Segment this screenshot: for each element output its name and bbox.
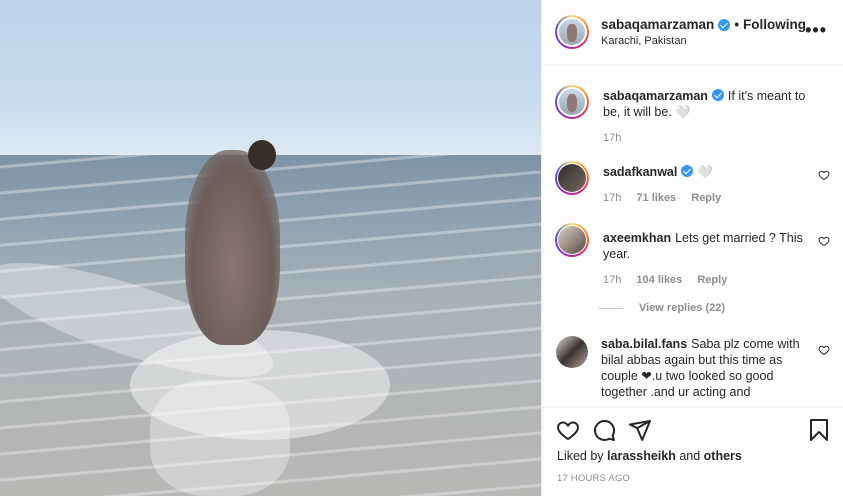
liked-by-prefix: Liked by: [557, 449, 604, 463]
comment-username[interactable]: sadafkanwal: [603, 165, 677, 179]
comments-list: sabaqamarzaman If it's meant to be, it wi…: [542, 66, 843, 406]
comment-text: 🤍: [697, 165, 713, 179]
comment-username[interactable]: axeemkhan: [603, 231, 671, 245]
post-timestamp[interactable]: 17 HOURS AGO: [557, 473, 630, 484]
post-side-panel: sabaqamarzaman • Following Karachi, Paki…: [541, 0, 843, 496]
avatar[interactable]: [556, 336, 588, 368]
comment-time[interactable]: 17h: [603, 132, 621, 144]
verified-badge-icon: [711, 89, 724, 101]
view-replies-button[interactable]: View replies (22): [599, 302, 725, 314]
comment-likes[interactable]: 104 likes: [636, 274, 682, 286]
liked-by-others[interactable]: others: [704, 449, 742, 463]
following-button[interactable]: Following: [743, 17, 806, 32]
comment-icon[interactable]: [592, 418, 616, 442]
comment-time[interactable]: 17h: [603, 192, 621, 204]
avatar[interactable]: [555, 223, 589, 257]
heart-icon[interactable]: [556, 418, 580, 442]
post-location[interactable]: Karachi, Pakistan: [601, 35, 806, 47]
separator-dot: •: [734, 17, 740, 32]
liked-by-conj: and: [679, 449, 701, 463]
woman-figure: [185, 150, 280, 345]
post-photo[interactable]: [0, 0, 541, 496]
woman-head: [248, 140, 276, 170]
comment-like-heart-icon[interactable]: [818, 235, 830, 247]
liked-by-user[interactable]: larassheikh: [607, 449, 676, 463]
view-replies-line: [599, 307, 623, 309]
reply-button[interactable]: Reply: [691, 192, 721, 204]
verified-badge-icon: [681, 165, 694, 177]
comment-likes[interactable]: 71 likes: [636, 192, 676, 204]
post-header: sabaqamarzaman • Following Karachi, Paki…: [542, 0, 843, 65]
comment-username[interactable]: sabaqamarzaman: [603, 89, 708, 103]
reply-button[interactable]: Reply: [697, 274, 727, 286]
bookmark-icon[interactable]: [807, 418, 831, 442]
view-replies-label: View replies (22): [639, 302, 726, 314]
comment-like-heart-icon[interactable]: [818, 344, 830, 356]
comment-time[interactable]: 17h: [603, 274, 621, 286]
comment-username[interactable]: saba.bilal.fans: [601, 337, 687, 351]
post-actions: Liked by larassheikh and others 17 HOURS…: [542, 407, 843, 496]
comment-like-heart-icon[interactable]: [818, 169, 830, 181]
avatar[interactable]: [555, 15, 589, 49]
caption-comment: sabaqamarzaman If it's meant to be, it wi…: [555, 85, 835, 146]
comment-item: axeemkhan Lets get married ? This year. 1…: [555, 223, 835, 288]
avatar[interactable]: [555, 161, 589, 195]
instagram-post: sabaqamarzaman • Following Karachi, Paki…: [0, 0, 843, 496]
verified-badge-icon: [718, 18, 731, 31]
post-author-username[interactable]: sabaqamarzaman: [601, 17, 714, 32]
share-icon[interactable]: [628, 418, 652, 442]
wave-foam: [150, 380, 290, 496]
comment-item: sadafkanwal 🤍 17h 71 likes Reply: [555, 161, 835, 206]
liked-by-text[interactable]: Liked by larassheikh and others: [557, 449, 742, 463]
avatar[interactable]: [555, 85, 589, 119]
more-options-icon[interactable]: •••: [805, 21, 827, 39]
comment-item: saba.bilal.fans Saba plz come with bilal …: [555, 336, 835, 400]
